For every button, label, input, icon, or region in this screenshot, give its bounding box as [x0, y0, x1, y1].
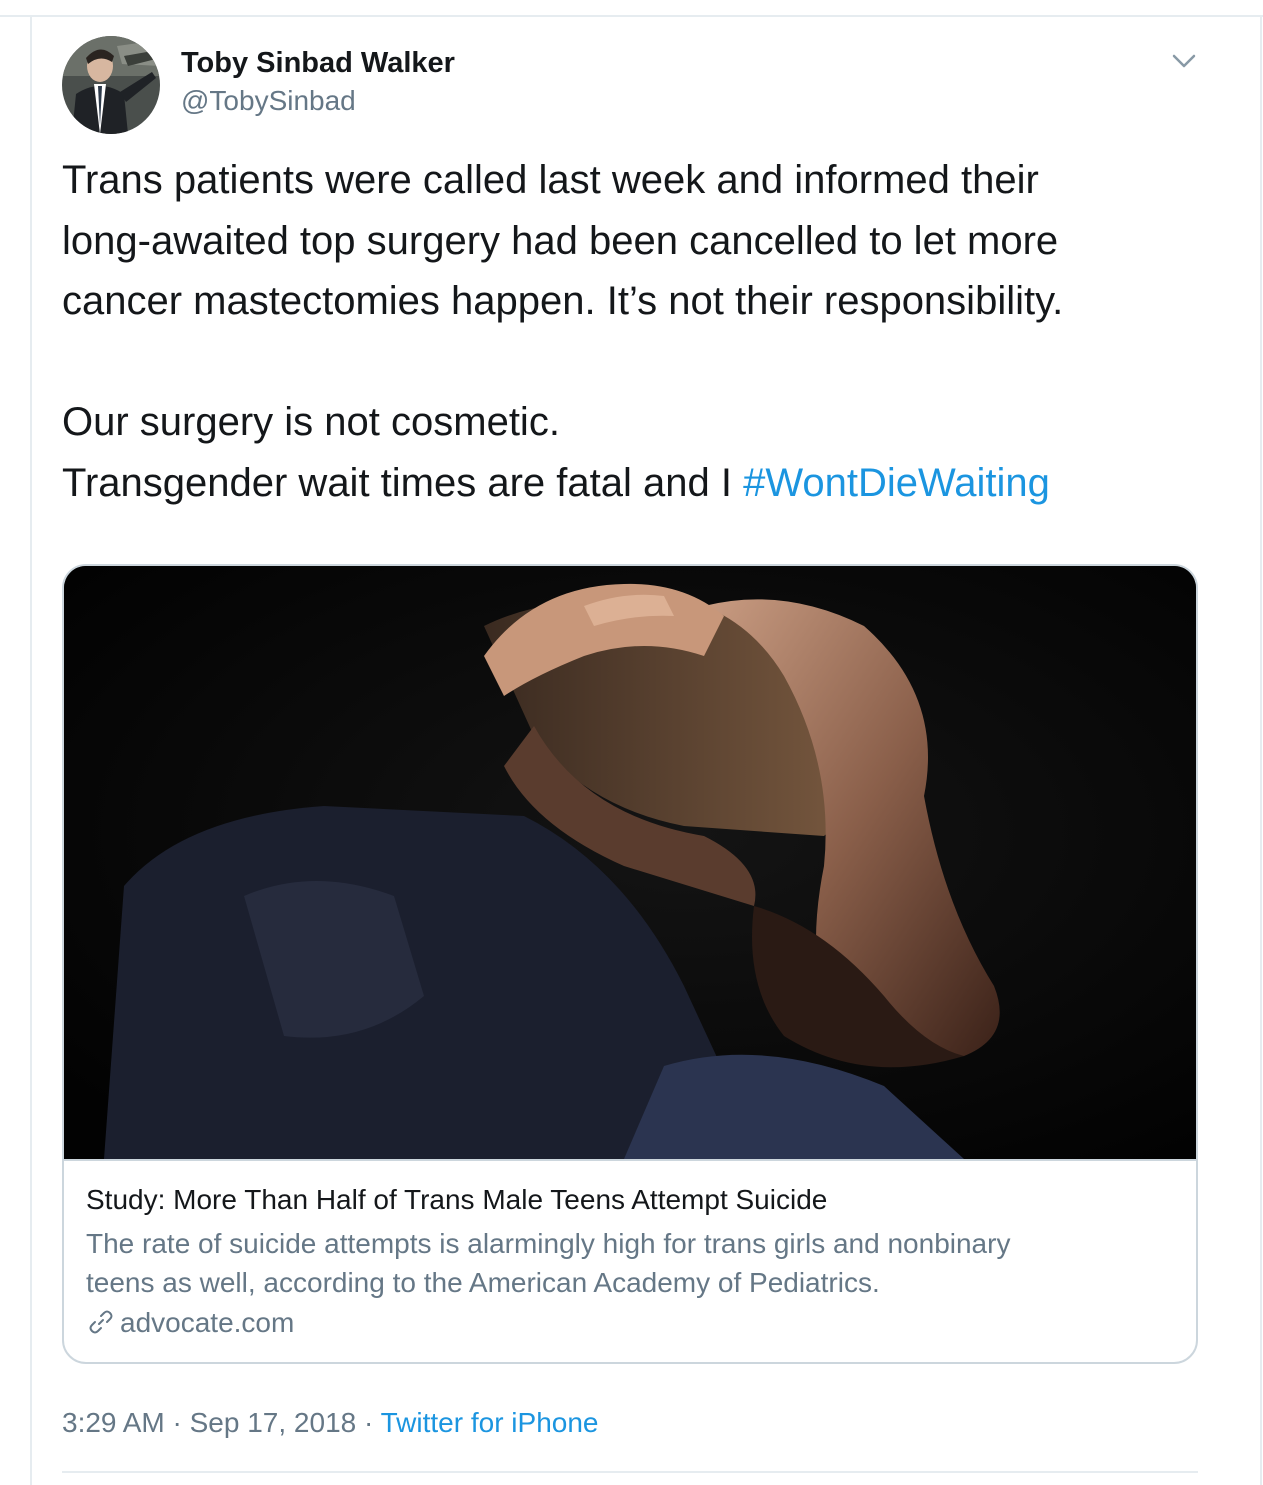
- bottom-divider: [62, 1471, 1198, 1473]
- tweet-text-line: Trans patients were called last week and…: [62, 158, 1039, 202]
- link-preview-image[interactable]: [64, 566, 1196, 1159]
- tweet-text-line: cancer mastectomies happen. It’s not the…: [62, 279, 1064, 323]
- chevron-down-icon[interactable]: [1166, 48, 1202, 76]
- tweet-text-line: Our surgery is not cosmetic.: [62, 400, 560, 444]
- meta-separator: ·: [164, 1407, 190, 1438]
- card-title[interactable]: Study: More Than Half of Trans Male Teen…: [86, 1182, 827, 1218]
- card-domain-text[interactable]: advocate.com: [120, 1307, 294, 1338]
- tweet-text-line: long-awaited top surgery had been cancel…: [62, 218, 1059, 263]
- card-divider: [64, 1159, 1196, 1161]
- card-description-line: teens as well, according to the American…: [86, 1267, 880, 1298]
- author-avatar[interactable]: [62, 36, 160, 134]
- tweet-text-blank-line: [62, 332, 1222, 393]
- author-handle[interactable]: @TobySinbad: [181, 83, 356, 119]
- hashtag-link[interactable]: #WontDieWaiting: [743, 461, 1050, 505]
- tweet-date[interactable]: Sep 17, 2018: [190, 1407, 357, 1438]
- link-icon: [89, 1310, 113, 1334]
- tweet-text: Trans patients were called last week and…: [62, 150, 1222, 513]
- card-domain[interactable]: advocate.com: [86, 1305, 294, 1341]
- author-display-name[interactable]: Toby Sinbad Walker: [181, 44, 455, 82]
- tweet-time[interactable]: 3:29 AM: [62, 1407, 165, 1438]
- card-description: The rate of suicide attempts is alarming…: [86, 1224, 1176, 1302]
- tweet-source-link[interactable]: Twitter for iPhone: [381, 1407, 599, 1438]
- link-preview-card[interactable]: Study: More Than Half of Trans Male Teen…: [62, 564, 1198, 1364]
- meta-separator: ·: [356, 1407, 381, 1438]
- tweet-text-segment: Transgender wait times are fatal and I: [62, 460, 744, 505]
- tweet-text-line-last: Transgender wait times are fatal and I #…: [62, 453, 1222, 514]
- card-description-line: The rate of suicide attempts is alarming…: [86, 1228, 1011, 1259]
- tweet-meta: 3:29 AM · Sep 17, 2018 · Twitter for iPh…: [62, 1404, 598, 1442]
